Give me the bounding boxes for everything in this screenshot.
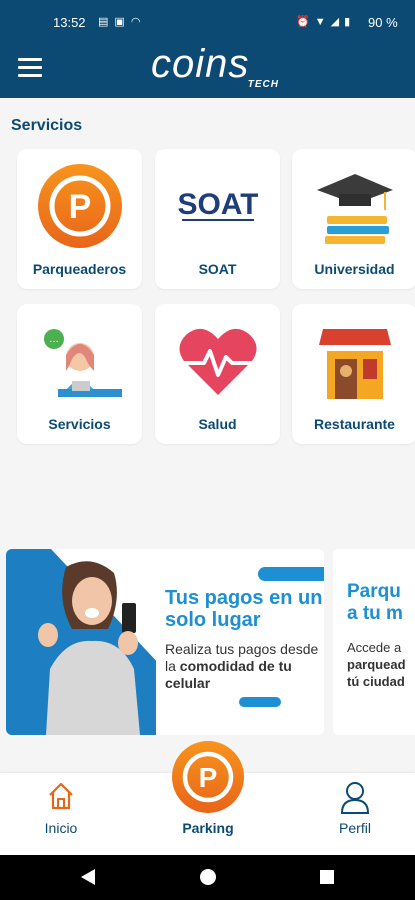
banner-text-line: parquead (347, 657, 406, 672)
nav-inicio[interactable]: Inicio (28, 773, 94, 855)
status-time: 13:52 (53, 15, 86, 30)
headset-icon: ◠ (130, 16, 147, 28)
hamburger-line (18, 66, 42, 69)
banner-title: Tus pagos en un solo lugar (165, 587, 323, 631)
promo-banner-parqueaderos[interactable]: Parqu a tu m Accede a parquead tú ciudad (333, 549, 415, 735)
hamburger-line (18, 74, 42, 77)
heart-pulse-icon (155, 316, 280, 406)
note-icon: ▤ (98, 16, 115, 28)
logo-main-text: coins (151, 42, 250, 86)
service-card-soat[interactable]: SOAT SOAT (155, 149, 280, 289)
nav-label: Inicio (44, 820, 78, 836)
svg-text:SOAT: SOAT (178, 188, 258, 221)
banner-text-line: tú ciudad (347, 674, 405, 689)
graduation-books-icon (292, 161, 415, 251)
alarm-icon: ⏰ (296, 16, 315, 28)
nav-perfil[interactable]: Perfil (320, 773, 390, 855)
hamburger-line (18, 58, 42, 61)
svg-text:P: P (68, 188, 91, 226)
service-label: Restaurante (314, 416, 395, 432)
banner-title-line: a tu m (347, 603, 403, 624)
service-label: Universidad (314, 261, 395, 277)
service-card-parqueaderos[interactable]: P Parqueaderos (17, 149, 142, 289)
nav-label: Parking (182, 820, 234, 836)
logo-sub-text: TECH (247, 79, 279, 90)
service-card-universidad[interactable]: Universidad (292, 149, 415, 289)
coins-tech-logo: coins TECH (151, 42, 281, 92)
service-card-restaurante[interactable]: Restaurante (292, 304, 415, 444)
menu-button[interactable] (18, 58, 42, 78)
service-label: SOAT (198, 261, 237, 277)
app-bar: coins TECH (0, 40, 415, 98)
banner-title-line: Parqu (347, 581, 401, 602)
banner-text: Accede a parquead tú ciudad (347, 639, 406, 690)
home-circle-icon[interactable] (199, 867, 217, 887)
restaurant-store-icon (292, 316, 415, 406)
svg-text:…: … (49, 334, 59, 345)
home-icon (49, 782, 73, 810)
banner-decoration (239, 697, 281, 707)
banner-text-line: Accede a (347, 640, 402, 655)
service-card-salud[interactable]: Salud (155, 304, 280, 444)
banner-text: Realiza tus pagos desde la comodidad de … (165, 641, 324, 692)
recents-icon[interactable] (318, 867, 336, 887)
image-icon: ▣ (114, 16, 131, 28)
battery-level: 90 % (368, 15, 398, 30)
wifi-icon: ▼ (314, 16, 331, 28)
promo-banner-pagos[interactable]: Tus pagos en un solo lugar Realiza tus p… (6, 549, 324, 735)
parking-icon: P (172, 741, 244, 813)
soat-logo: SOAT (155, 161, 280, 251)
banner-text-bold: comodidad de tu celular (165, 658, 292, 691)
system-navigation-bar (0, 855, 415, 900)
svg-text:P: P (199, 762, 218, 793)
signal-icon: ◢ (330, 16, 345, 28)
section-title: Servicios (11, 117, 83, 134)
status-left-icons: ▤▣◠ (98, 15, 146, 28)
support-agent-icon: … (17, 316, 142, 406)
service-label: Servicios (48, 416, 111, 432)
nav-label: Perfil (339, 820, 371, 836)
parking-icon: P (17, 161, 142, 251)
status-right-icons: ⏰▼◢▮ (296, 15, 355, 28)
back-icon[interactable] (79, 867, 97, 887)
service-card-servicios[interactable]: … Servicios (17, 304, 142, 444)
banner-decoration (258, 567, 324, 581)
service-label: Salud (198, 416, 237, 432)
service-label: Parqueaderos (32, 261, 127, 277)
battery-icon: ▮ (344, 16, 356, 28)
banner-title: Parqu a tu m (347, 581, 403, 625)
woman-phone-illustration (38, 561, 140, 735)
user-icon (340, 782, 370, 814)
parking-fab-button[interactable]: P (171, 740, 245, 814)
status-bar: 13:52 ▤▣◠ ⏰▼◢▮ 90 % (0, 0, 415, 40)
